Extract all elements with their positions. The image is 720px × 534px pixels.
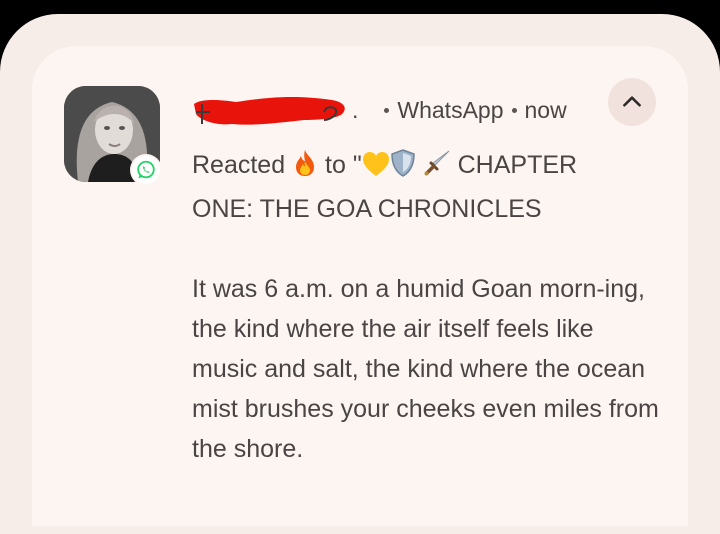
whatsapp-icon (137, 160, 155, 179)
notification-header: . WhatsApp now (192, 86, 567, 134)
reaction-to: to " (325, 151, 362, 179)
chapter-title-line1: CHAPTER (457, 151, 578, 179)
fire-icon (292, 149, 318, 189)
app-name: WhatsApp (397, 96, 504, 123)
yellow-heart-icon (362, 149, 390, 189)
redacted-sender-name (192, 90, 352, 130)
reaction-line: Reacted to " CHAPTER ONE: THE GOA CHRONI… (192, 145, 662, 229)
whatsapp-badge (130, 154, 162, 186)
story-paragraph: It was 6 a.m. on a humid Goan morn-ing, … (192, 275, 659, 463)
chapter-title-line2: ONE: THE GOA CHRONICLES (192, 195, 542, 223)
dagger-icon (423, 149, 451, 189)
separator-dot (511, 107, 517, 113)
sender-avatar-container (64, 86, 162, 186)
separator-dot (384, 107, 390, 113)
timestamp: now (524, 96, 567, 123)
notification-body: Reacted to " CHAPTER ONE: THE GOA CHRONI… (192, 145, 662, 469)
reaction-prefix: Reacted (192, 151, 286, 179)
sender-name-suffix: . (352, 96, 359, 123)
shield-icon (390, 149, 416, 189)
expand-button[interactable] (608, 78, 656, 126)
chevron-up-icon (623, 96, 641, 107)
